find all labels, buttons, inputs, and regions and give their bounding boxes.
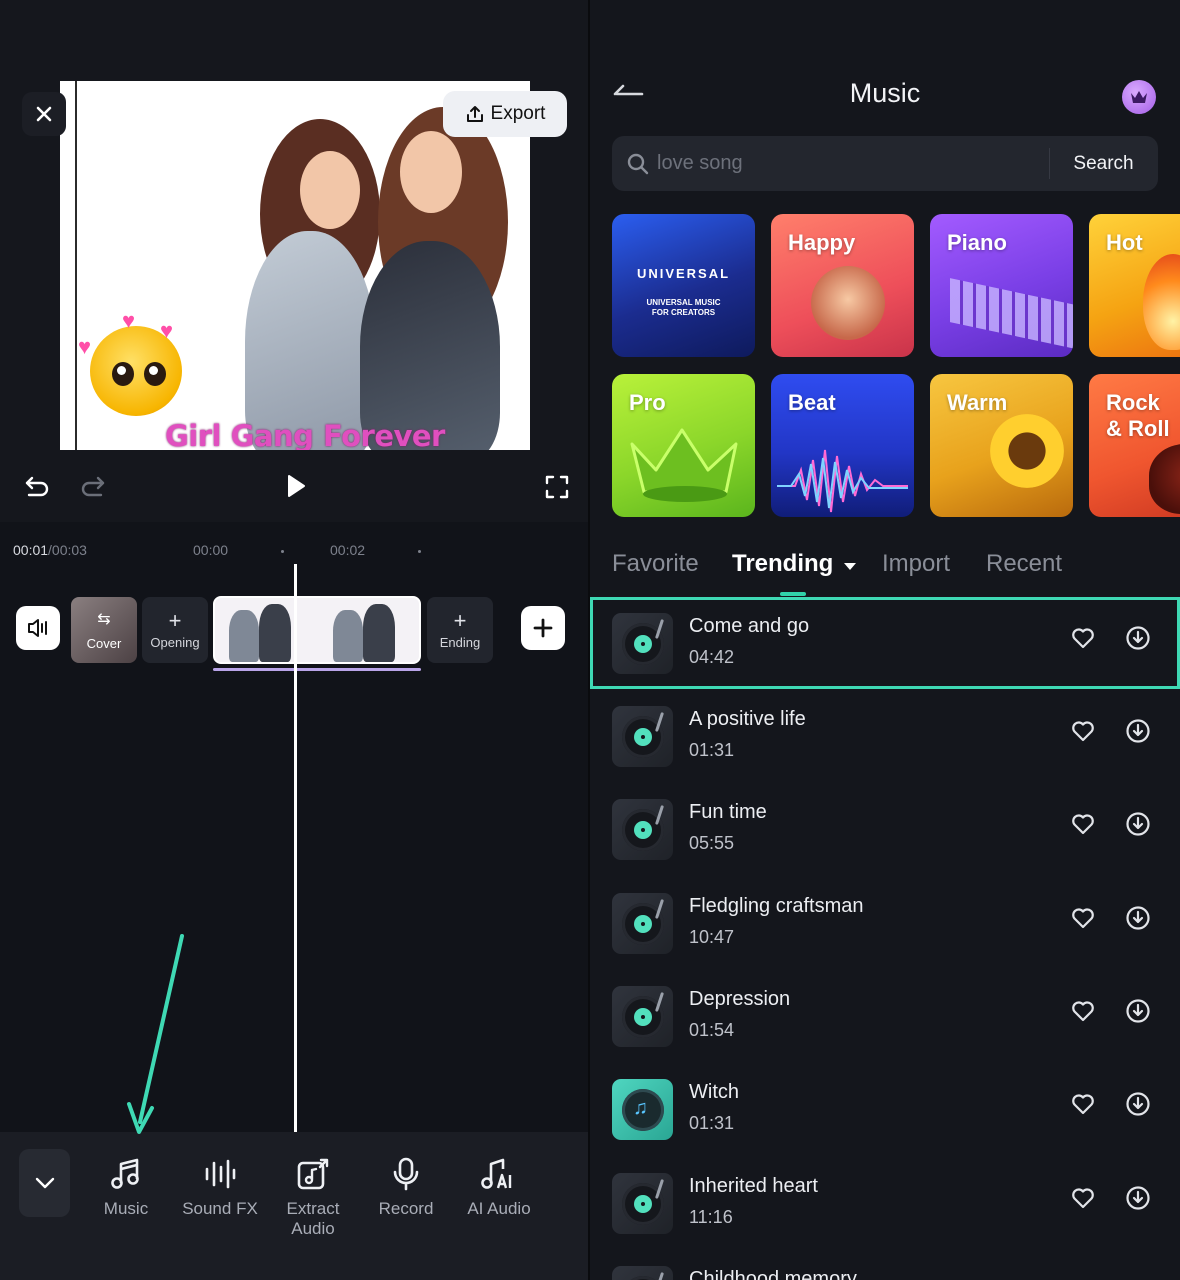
music-note-icon: ♫: [633, 1097, 648, 1119]
heart-icon[interactable]: [1071, 627, 1095, 649]
vinyl-thumbnail: [612, 613, 673, 674]
category-piano[interactable]: Piano: [930, 214, 1073, 357]
tab-favorite[interactable]: Favorite: [612, 550, 699, 578]
vinyl-thumbnail: [612, 893, 673, 954]
download-icon[interactable]: [1125, 1091, 1151, 1117]
search-icon: [627, 153, 649, 175]
heart-icon[interactable]: [1071, 720, 1095, 742]
tonearm-icon: [654, 1272, 665, 1280]
category-label: Hot: [1106, 230, 1143, 255]
category-rock-roll[interactable]: Rock & Roll: [1089, 374, 1180, 517]
vinyl-thumbnail: [612, 1173, 673, 1234]
track-name: Witch: [689, 1081, 739, 1103]
category-label: Rock & Roll: [1106, 390, 1170, 441]
category-label: Warm: [947, 390, 1008, 415]
vinyl-thumbnail: [612, 799, 673, 860]
track-duration: 01:31: [689, 1113, 735, 1133]
universal-subtitle: UNIVERSAL MUSIC FOR CREATORS: [646, 298, 721, 317]
category-beat[interactable]: Beat: [771, 374, 914, 517]
category-label: Happy: [788, 230, 856, 255]
heart-icon[interactable]: [1071, 1093, 1095, 1115]
tab-recent[interactable]: Recent: [986, 550, 1062, 578]
music-note-thumbnail: ♫: [612, 1079, 673, 1140]
track-row[interactable]: A positive life 01:31: [590, 690, 1180, 782]
track-row[interactable]: Childhood memory: [590, 1250, 1180, 1280]
tab-import[interactable]: Import: [882, 550, 950, 578]
track-name: Childhood memory: [689, 1268, 857, 1280]
vinyl-thumbnail: [612, 706, 673, 767]
download-icon[interactable]: [1125, 718, 1151, 744]
category-happy[interactable]: Happy: [771, 214, 914, 357]
track-duration: 04:42: [689, 647, 735, 667]
caret-down-icon: [844, 563, 857, 570]
track-row[interactable]: Fun time 05:55: [590, 783, 1180, 875]
track-duration: 01:31: [689, 740, 735, 760]
category-universal[interactable]: UNIVERSAL UNIVERSAL MUSIC FOR CREATORS: [612, 214, 755, 357]
search-input[interactable]: [657, 144, 1037, 182]
track-name: Fledgling craftsman: [689, 895, 864, 917]
heart-icon[interactable]: [1071, 907, 1095, 929]
track-duration: 05:55: [689, 833, 735, 853]
download-icon[interactable]: [1125, 625, 1151, 651]
heart-icon[interactable]: [1071, 1000, 1095, 1022]
track-name: A positive life: [689, 708, 806, 730]
category-label: Piano: [947, 230, 1007, 255]
editor-panel: ♥ ♥ ♥ Girl Gang Forever Export 00:01/00:…: [0, 0, 590, 1280]
premium-button[interactable]: [1122, 80, 1156, 114]
track-name: Come and go: [689, 615, 810, 637]
happy-thumbnail: [811, 266, 885, 340]
category-label: Pro: [629, 390, 666, 415]
track-name: Inherited heart: [689, 1175, 818, 1197]
download-icon[interactable]: [1125, 905, 1151, 931]
category-warm[interactable]: Warm: [930, 374, 1073, 517]
sunflower-thumbnail: [990, 414, 1064, 488]
tab-indicator: [780, 592, 806, 596]
category-label: Beat: [788, 390, 836, 415]
guitar-thumbnail: [1149, 444, 1180, 514]
heart-icon[interactable]: [1071, 813, 1095, 835]
category-pro[interactable]: Pro: [612, 374, 755, 517]
heart-icon[interactable]: [1071, 1187, 1095, 1209]
download-icon[interactable]: [1125, 811, 1151, 837]
flame-thumbnail: [1143, 254, 1180, 350]
annotation-arrow: [127, 934, 184, 1134]
track-row[interactable]: Inherited heart 11:16: [590, 1157, 1180, 1249]
download-icon[interactable]: [1125, 998, 1151, 1024]
search-bar: Search: [612, 136, 1158, 191]
track-name: Fun time: [689, 801, 767, 823]
crown-icon: [1131, 91, 1147, 103]
music-panel: Music Search UNIVERSAL UNIVERSAL MUSIC F…: [590, 0, 1180, 1280]
vinyl-thumbnail: [612, 1266, 673, 1280]
track-row[interactable]: Fledgling craftsman 10:47: [590, 877, 1180, 969]
tab-trending[interactable]: Trending: [732, 550, 857, 578]
track-duration: 01:54: [689, 1020, 735, 1040]
search-button[interactable]: Search: [1049, 136, 1158, 191]
page-title: Music: [849, 78, 921, 108]
track-row[interactable]: ♫ Witch 01:31: [590, 1063, 1180, 1155]
piano-thumbnail: [950, 278, 1073, 350]
vinyl-thumbnail: [612, 986, 673, 1047]
track-duration: 10:47: [689, 927, 735, 947]
download-icon[interactable]: [1125, 1185, 1151, 1211]
tab-trending-label: Trending: [732, 550, 834, 577]
universal-logo: UNIVERSAL: [636, 266, 731, 281]
track-row[interactable]: Depression 01:54: [590, 970, 1180, 1062]
category-hot[interactable]: Hot: [1089, 214, 1180, 357]
track-duration: 11:16: [689, 1207, 733, 1227]
track-name: Depression: [689, 988, 791, 1010]
track-row[interactable]: Come and go 04:42: [590, 597, 1180, 689]
